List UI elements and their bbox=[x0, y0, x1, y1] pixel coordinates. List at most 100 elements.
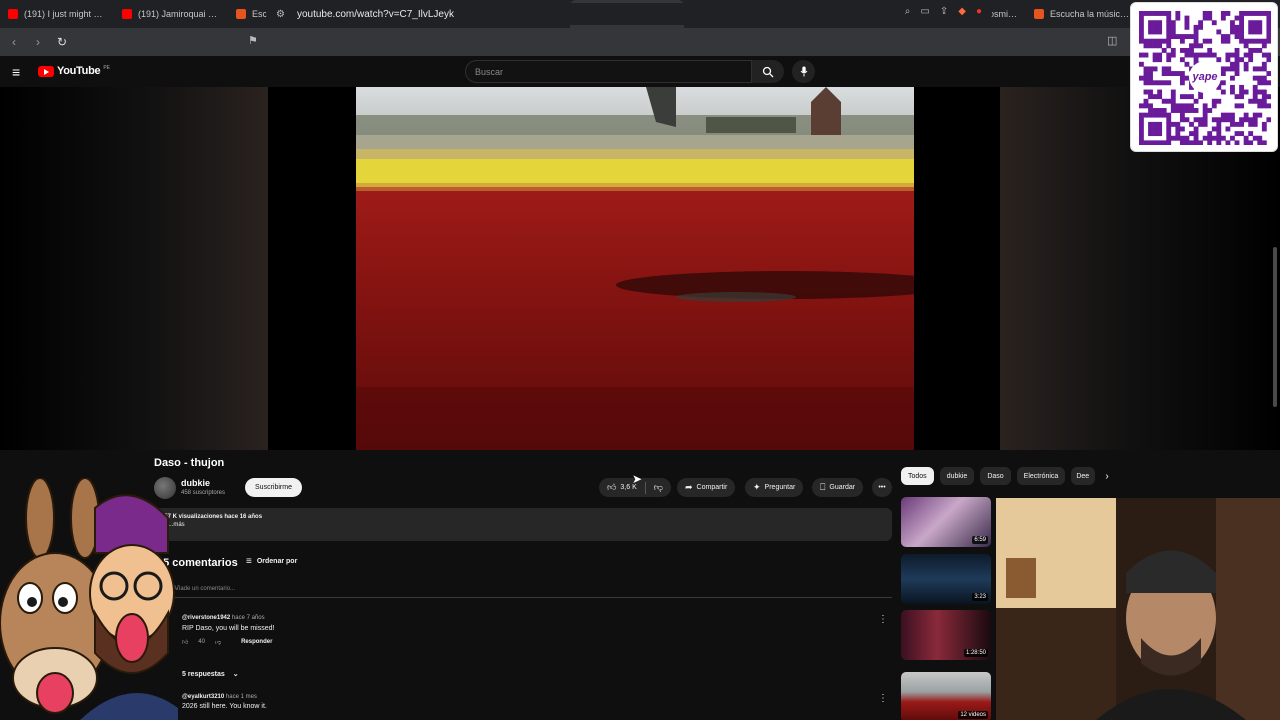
search-icon bbox=[762, 66, 774, 77]
site-info-icon[interactable]: ⚙ bbox=[276, 9, 285, 20]
address-bar[interactable]: ⚙ youtube.com/watch?v=C7_IlvLJeyk ⌕ ▭ ⇪ … bbox=[266, 3, 992, 25]
view-count-date: 357 K visualizaciones hace 16 años bbox=[161, 514, 263, 520]
microphone-icon bbox=[800, 66, 807, 77]
video-duration: 6:59 bbox=[972, 536, 988, 544]
chevron-down-icon: ⌄ bbox=[232, 671, 239, 678]
cast-icon[interactable]: ▭ bbox=[920, 6, 929, 17]
save-label: Guardar bbox=[829, 484, 856, 491]
hamburger-menu-icon[interactable]: ≡ bbox=[12, 64, 20, 80]
qr-code-image: yape bbox=[1139, 11, 1272, 146]
subscriber-count: 458 suscriptores bbox=[181, 490, 226, 496]
url-text: youtube.com/watch?v=C7_IlvLJeyk bbox=[296, 8, 454, 20]
extension-shield-icon[interactable]: ◆ bbox=[958, 6, 966, 17]
youtube-logo-text: YouTube bbox=[57, 65, 101, 77]
tab-favicon-icon bbox=[236, 9, 246, 19]
tab-title: (191) I just might brun bbox=[24, 9, 106, 19]
youtube-logo[interactable]: YouTube PE bbox=[38, 65, 110, 77]
yape-logo: yape bbox=[1189, 61, 1221, 93]
dislike-button[interactable]: 👎︎ bbox=[654, 482, 663, 493]
page-scrollbar-thumb[interactable] bbox=[1273, 247, 1277, 407]
mouse-cursor-icon: ➤ bbox=[632, 472, 643, 486]
chip-dubkie[interactable]: dubkie bbox=[939, 467, 975, 485]
related-video-thumbnail[interactable]: 1:28:50 bbox=[901, 610, 991, 660]
related-video-thumbnail[interactable]: 6:59 bbox=[901, 497, 991, 547]
voice-search-button[interactable] bbox=[792, 60, 815, 83]
playlist-count: 12 videos bbox=[958, 711, 988, 719]
tab-favicon-icon bbox=[1034, 9, 1044, 19]
chip-electronica[interactable]: Electrónica bbox=[1016, 467, 1066, 485]
channel-name[interactable]: dubkie bbox=[181, 478, 210, 488]
more-actions-button[interactable]: ••• bbox=[872, 478, 892, 497]
comment-menu-icon[interactable]: ⋮ bbox=[878, 693, 888, 704]
browser-toolbar: ‹ › ↻ bbox=[0, 28, 1280, 56]
view-replies-button[interactable]: 5 respuestas ⌄ bbox=[182, 670, 239, 678]
youtube-header: ≡ YouTube PE Buscar bbox=[0, 56, 1280, 87]
tab-favicon-icon bbox=[122, 9, 132, 19]
ambient-glow-left bbox=[0, 87, 268, 450]
address-bar-icons: ⌕ ▭ ⇪ ◆ ● bbox=[905, 6, 982, 17]
comment-text: RIP Daso, you will be missed! bbox=[182, 625, 275, 632]
browser-tab[interactable]: Escucha la música de c bbox=[1026, 0, 1140, 28]
cartoon-mascot-image bbox=[0, 477, 178, 720]
youtube-play-icon bbox=[38, 65, 54, 77]
tab-favicon-icon bbox=[8, 9, 18, 19]
browser-tab[interactable]: (191) I just might brun bbox=[0, 0, 114, 28]
share-arrow-icon: ➦ bbox=[685, 482, 693, 492]
bookmark-save-icon: ⎕ bbox=[820, 482, 826, 492]
video-player[interactable] bbox=[0, 87, 1280, 450]
share-icon[interactable]: ⇪ bbox=[940, 6, 948, 17]
bookmark-icon[interactable]: ⚑ bbox=[248, 34, 258, 47]
search-input[interactable]: Buscar bbox=[465, 60, 752, 83]
comment-item: @riverstone1942 hace 7 años RIP Daso, yo… bbox=[182, 615, 872, 646]
comment-time: hace 1 mes bbox=[225, 694, 257, 700]
chip-partial[interactable]: Dee bbox=[1071, 467, 1096, 485]
chip-all[interactable]: Todos bbox=[901, 467, 934, 485]
sparkle-icon: ✦ bbox=[753, 482, 761, 492]
ask-label: Preguntar bbox=[764, 484, 796, 491]
more-horizontal-icon: ••• bbox=[878, 484, 886, 491]
streamer-webcam-image bbox=[996, 498, 1280, 720]
like-divider bbox=[644, 481, 646, 494]
save-button[interactable]: ⎕ Guardar bbox=[812, 478, 864, 497]
forward-icon[interactable]: › bbox=[28, 32, 48, 52]
comment-dislike-icon[interactable]: 👎︎ bbox=[215, 638, 221, 646]
reply-button[interactable]: Responder bbox=[241, 639, 272, 645]
sidebar-toggle-icon[interactable]: ◫ bbox=[1107, 34, 1117, 47]
chip-daso[interactable]: Daso bbox=[980, 467, 1011, 485]
webcam-overlay bbox=[996, 498, 1280, 720]
share-label: Compartir bbox=[696, 484, 728, 491]
description-box[interactable]: 357 K visualizaciones hace 16 años :-) .… bbox=[154, 508, 892, 541]
description-more[interactable]: :-) ...más bbox=[161, 522, 885, 528]
related-video-thumbnail[interactable]: 3:23 bbox=[901, 554, 991, 604]
video-frame[interactable] bbox=[356, 87, 914, 450]
add-comment-input[interactable]: Añade un comentario... bbox=[173, 586, 892, 598]
donation-qr-card: yape bbox=[1130, 2, 1278, 152]
comment-menu-icon[interactable]: ⋮ bbox=[878, 614, 888, 625]
back-icon[interactable]: ‹ bbox=[4, 32, 24, 52]
ask-button[interactable]: ✦ Preguntar bbox=[745, 478, 804, 497]
comment-item: @eyalkurt3210 hace 1 mes 2026 still here… bbox=[182, 694, 872, 710]
comment-like-icon[interactable]: 👍︎ bbox=[182, 638, 188, 646]
related-playlist-thumbnail[interactable]: 12 videos bbox=[901, 672, 991, 720]
comment-like-count: 40 bbox=[198, 639, 205, 645]
search-button[interactable] bbox=[752, 60, 784, 83]
comment-author[interactable]: @riverstone1942 bbox=[182, 615, 230, 621]
sort-comments-button[interactable]: ≡ Ordenar por bbox=[246, 556, 297, 567]
filter-chips: Todos dubkie Daso Electrónica Dee › bbox=[901, 467, 1109, 485]
sort-label: Ordenar por bbox=[256, 558, 298, 565]
replies-label: 5 respuestas bbox=[182, 671, 225, 678]
tab-title: Escucha la música de c bbox=[1050, 9, 1132, 19]
subscribe-button[interactable]: Suscribirme bbox=[245, 478, 302, 497]
share-button[interactable]: ➦ Compartir bbox=[677, 478, 736, 497]
zoom-icon[interactable]: ⌕ bbox=[905, 6, 911, 17]
comment-author[interactable]: @eyalkurt3210 bbox=[182, 694, 224, 700]
comment-actions: 👍︎ 40 👎︎ Responder bbox=[182, 638, 872, 646]
extension-badge-icon[interactable]: ● bbox=[976, 6, 982, 17]
browser-tab[interactable]: (191) Jamiroquai - Virt bbox=[114, 0, 228, 28]
comment-text: 2026 still here. You know it. bbox=[182, 703, 267, 710]
video-duration: 1:28:50 bbox=[963, 649, 988, 657]
chevron-right-icon[interactable]: › bbox=[1105, 471, 1108, 482]
reload-icon[interactable]: ↻ bbox=[52, 32, 72, 52]
sort-icon: ≡ bbox=[246, 556, 252, 567]
tab-title: (191) Jamiroquai - Virt bbox=[138, 9, 220, 19]
